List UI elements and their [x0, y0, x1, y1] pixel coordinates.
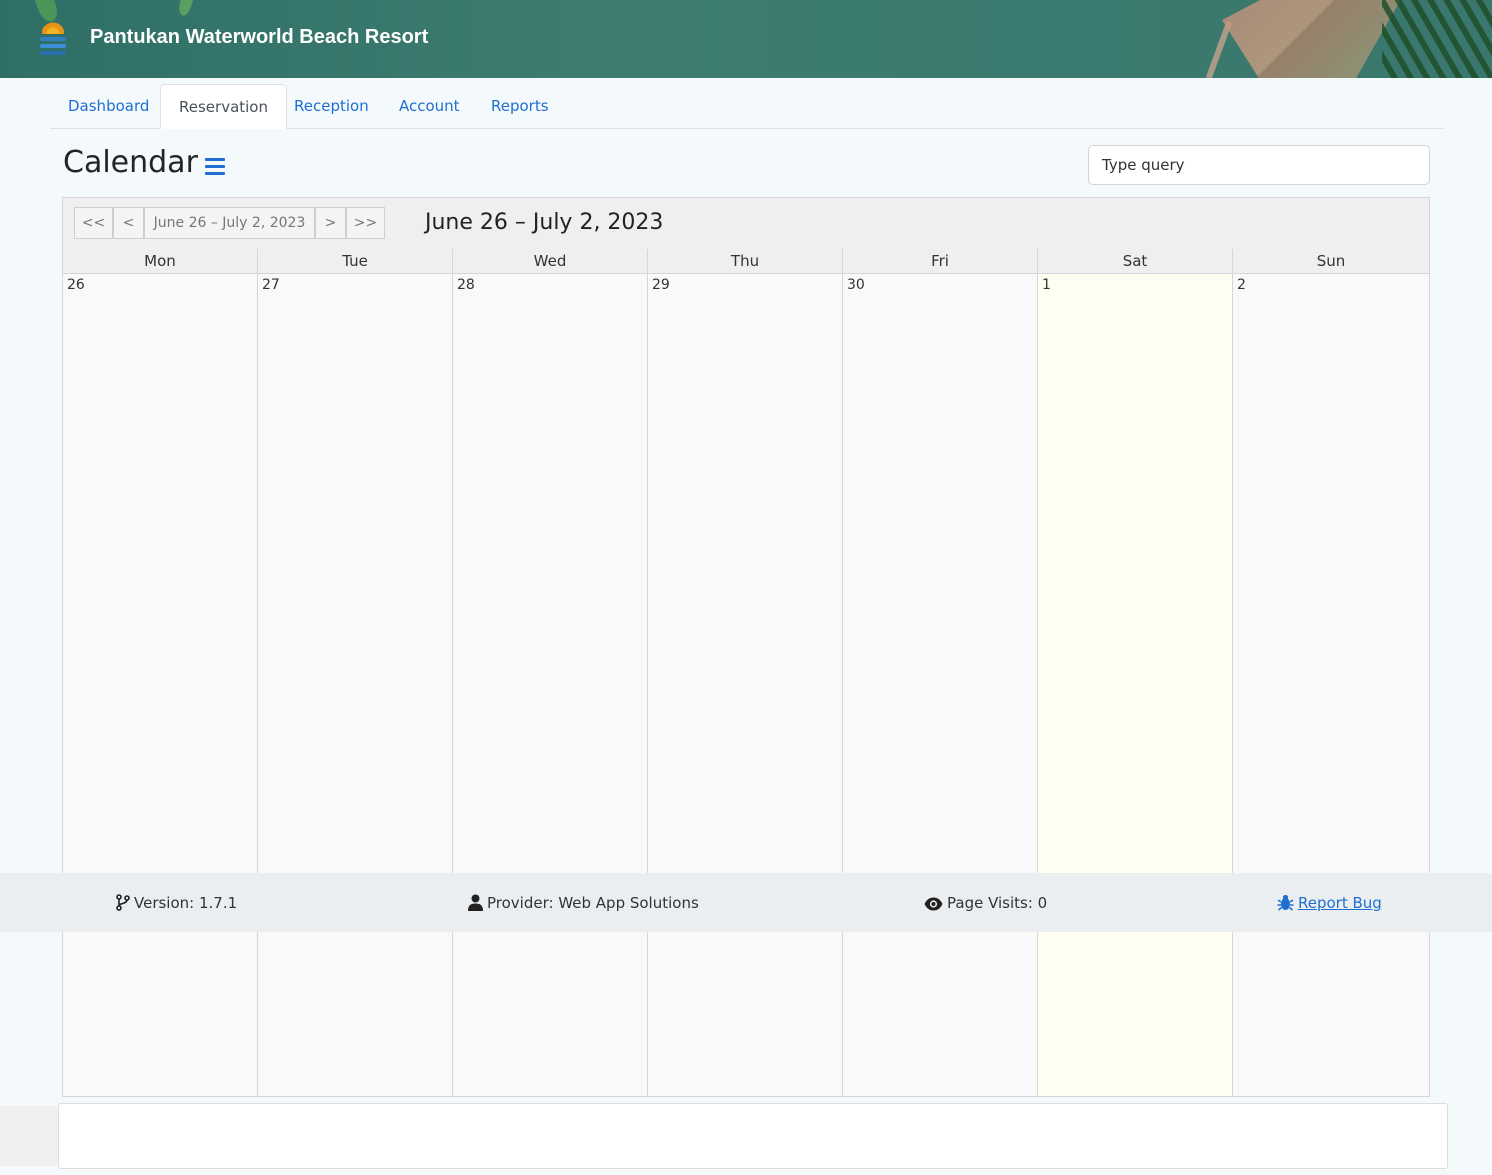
day-cell[interactable]: 28 [453, 274, 648, 1096]
bottom-panel [58, 1103, 1448, 1169]
tab-dashboard[interactable]: Dashboard [50, 84, 167, 128]
version-text: Version: 1.7.1 [134, 894, 238, 912]
report-bug-text[interactable]: Report Bug [1298, 894, 1382, 912]
day-cell[interactable]: 29 [648, 274, 843, 1096]
tab-account[interactable]: Account [381, 84, 478, 128]
visits-info: Page Visits: 0 [924, 893, 1047, 913]
eye-icon [924, 897, 943, 911]
prev-week-button[interactable]: < [113, 207, 144, 239]
visits-text: Page Visits: 0 [947, 894, 1048, 912]
day-cell[interactable]: 2 [1233, 274, 1429, 1096]
code-branch-icon [116, 894, 130, 911]
tab-reservation[interactable]: Reservation [160, 84, 287, 129]
nav-tabs: Dashboard Reservation Reception Account … [50, 84, 1444, 129]
day-cell-today[interactable]: 1 [1038, 274, 1233, 1096]
day-cell[interactable]: 27 [258, 274, 453, 1096]
search-input[interactable] [1088, 145, 1430, 185]
day-number[interactable]: 28 [457, 277, 475, 293]
hamburger-menu-icon[interactable] [205, 158, 225, 176]
info-bar: Version: 1.7.1 Provider: Web App Solutio… [0, 873, 1492, 932]
provider-text: Provider: Web App Solutions [487, 894, 699, 912]
leaf-decoration [176, 0, 196, 18]
page-title: Calendar [63, 145, 198, 180]
report-bug-link[interactable]: Report Bug [1277, 893, 1382, 913]
weekday-header: Mon Tue Wed Thu Fri Sat Sun [63, 249, 1429, 274]
calendar-range-title: June 26 – July 2, 2023 [425, 210, 664, 235]
first-week-button[interactable]: << [74, 207, 113, 239]
weekday-label: Tue [258, 249, 453, 273]
weekday-label: Wed [453, 249, 648, 273]
weekday-label: Sat [1038, 249, 1233, 273]
weekday-label: Sun [1316, 252, 1346, 270]
day-number[interactable]: 30 [847, 277, 865, 293]
app-header: Pantukan Waterworld Beach Resort [0, 0, 1492, 78]
weekday-label: Thu [648, 249, 843, 273]
date-range-button[interactable]: June 26 – July 2, 2023 [144, 207, 315, 239]
day-cell[interactable]: 30 [843, 274, 1038, 1096]
tab-reception[interactable]: Reception [276, 84, 387, 128]
weekday-label: Fri [843, 249, 1038, 273]
user-icon [468, 894, 483, 911]
day-cell[interactable]: 26 [63, 274, 258, 1096]
calendar: << < June 26 – July 2, 2023 > >> June 26… [62, 197, 1430, 1097]
bottom-left-strip [0, 1106, 58, 1166]
provider-info: Provider: Web App Solutions [468, 893, 699, 913]
day-number[interactable]: 27 [262, 277, 280, 293]
day-number[interactable]: 26 [67, 277, 85, 293]
day-number[interactable]: 1 [1042, 277, 1051, 293]
bug-icon [1277, 894, 1294, 911]
day-number[interactable]: 29 [652, 277, 670, 293]
weekday-label: Mon [63, 249, 258, 273]
day-number[interactable]: 2 [1237, 277, 1246, 293]
version-info: Version: 1.7.1 [116, 893, 237, 913]
brand-title[interactable]: Pantukan Waterworld Beach Resort [90, 26, 428, 49]
resort-logo[interactable] [40, 20, 66, 60]
last-week-button[interactable]: >> [346, 207, 385, 239]
calendar-toolbar: << < June 26 – July 2, 2023 > >> June 26… [63, 198, 1429, 250]
tab-reports[interactable]: Reports [473, 84, 567, 128]
palm-decoration [1382, 0, 1492, 78]
next-week-button[interactable]: > [315, 207, 346, 239]
